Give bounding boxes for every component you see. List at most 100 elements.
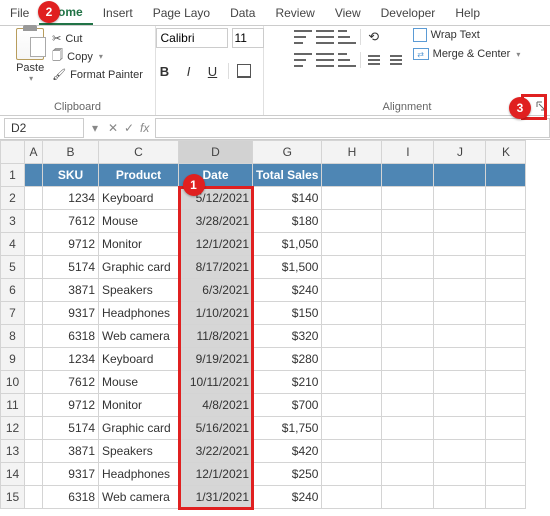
cell-K10[interactable] [486,371,526,394]
align-center-button[interactable] [316,53,334,67]
cell-G6[interactable]: $240 [253,279,322,302]
cell-I4[interactable] [382,233,434,256]
accept-formula-button[interactable]: ✓ [122,121,136,135]
col-header-A[interactable]: A [25,141,43,164]
cell-G11[interactable]: $700 [253,394,322,417]
cell-C5[interactable]: Graphic card [99,256,179,279]
cell-A2[interactable] [25,187,43,210]
cell-A10[interactable] [25,371,43,394]
cell-D8[interactable]: 11/8/2021 [179,325,253,348]
align-left-button[interactable] [294,53,312,67]
cell-C12[interactable]: Graphic card [99,417,179,440]
header-cell-A[interactable] [25,164,43,187]
cell-B11[interactable]: 9712 [43,394,99,417]
cell-B15[interactable]: 6318 [43,486,99,509]
cell-C10[interactable]: Mouse [99,371,179,394]
cell-D13[interactable]: 3/22/2021 [179,440,253,463]
header-cell-H[interactable] [322,164,382,187]
cell-I7[interactable] [382,302,434,325]
cell-G13[interactable]: $420 [253,440,322,463]
align-bottom-button[interactable] [338,30,356,44]
cell-J12[interactable] [434,417,486,440]
cell-H15[interactable] [322,486,382,509]
cell-B14[interactable]: 9317 [43,463,99,486]
cell-C2[interactable]: Keyboard [99,187,179,210]
alignment-dialog-launcher[interactable] [534,99,548,113]
cell-I15[interactable] [382,486,434,509]
format-painter-button[interactable]: Format Painter [52,68,143,81]
cell-B9[interactable]: 1234 [43,348,99,371]
header-cell-B[interactable]: SKU [43,164,99,187]
tab-developer[interactable]: Developer [371,2,446,24]
underline-button[interactable]: U [204,62,222,80]
cell-C15[interactable]: Web camera [99,486,179,509]
formula-bar[interactable] [155,118,550,138]
font-name-input[interactable] [156,28,228,48]
bold-button[interactable]: B [156,62,174,80]
cell-H3[interactable] [322,210,382,233]
cell-G4[interactable]: $1,050 [253,233,322,256]
cell-K6[interactable] [486,279,526,302]
cell-C3[interactable]: Mouse [99,210,179,233]
cell-A7[interactable] [25,302,43,325]
col-header-G[interactable]: G [253,141,322,164]
cell-A5[interactable] [25,256,43,279]
cell-G7[interactable]: $150 [253,302,322,325]
cell-D10[interactable]: 10/11/2021 [179,371,253,394]
decrease-indent-button[interactable] [365,53,383,67]
cell-J14[interactable] [434,463,486,486]
cell-C9[interactable]: Keyboard [99,348,179,371]
cell-C7[interactable]: Headphones [99,302,179,325]
cell-I8[interactable] [382,325,434,348]
cell-I13[interactable] [382,440,434,463]
cell-J6[interactable] [434,279,486,302]
cell-J5[interactable] [434,256,486,279]
cell-J10[interactable] [434,371,486,394]
orientation-button[interactable]: ⟲ [365,28,383,46]
row-header-12[interactable]: 12 [1,417,25,440]
cell-G8[interactable]: $320 [253,325,322,348]
cell-B6[interactable]: 3871 [43,279,99,302]
cell-D14[interactable]: 12/1/2021 [179,463,253,486]
cell-K8[interactable] [486,325,526,348]
row-header-14[interactable]: 14 [1,463,25,486]
col-header-B[interactable]: B [43,141,99,164]
cell-J4[interactable] [434,233,486,256]
copy-button[interactable]: Copy▾ [52,47,143,66]
cell-A3[interactable] [25,210,43,233]
row-header-10[interactable]: 10 [1,371,25,394]
row-header-11[interactable]: 11 [1,394,25,417]
cell-K7[interactable] [486,302,526,325]
cell-J8[interactable] [434,325,486,348]
cell-B12[interactable]: 5174 [43,417,99,440]
cell-I9[interactable] [382,348,434,371]
cell-J9[interactable] [434,348,486,371]
grid-table[interactable]: ABCDGHIJK1SKUProductDateTotal Sales21234… [0,140,526,509]
cell-B10[interactable]: 7612 [43,371,99,394]
cell-I2[interactable] [382,187,434,210]
cell-J2[interactable] [434,187,486,210]
wrap-text-button[interactable]: Wrap Text [413,28,521,42]
row-header-8[interactable]: 8 [1,325,25,348]
cell-K9[interactable] [486,348,526,371]
name-box-dropdown[interactable]: ▾ [88,121,102,135]
cell-H9[interactable] [322,348,382,371]
cell-A4[interactable] [25,233,43,256]
merge-center-button[interactable]: ⇄Merge & Center▾ [413,48,521,60]
cell-D11[interactable]: 4/8/2021 [179,394,253,417]
font-size-input[interactable] [232,28,264,48]
tab-review[interactable]: Review [265,2,324,24]
row-header-4[interactable]: 4 [1,233,25,256]
cell-B7[interactable]: 9317 [43,302,99,325]
tab-page-layout[interactable]: Page Layo [143,2,220,24]
cell-I6[interactable] [382,279,434,302]
cell-H13[interactable] [322,440,382,463]
cancel-formula-button[interactable]: ✕ [106,121,120,135]
row-header-1[interactable]: 1 [1,164,25,187]
col-header-C[interactable]: C [99,141,179,164]
cell-K12[interactable] [486,417,526,440]
cell-B13[interactable]: 3871 [43,440,99,463]
cell-C11[interactable]: Monitor [99,394,179,417]
row-header-9[interactable]: 9 [1,348,25,371]
cell-K11[interactable] [486,394,526,417]
